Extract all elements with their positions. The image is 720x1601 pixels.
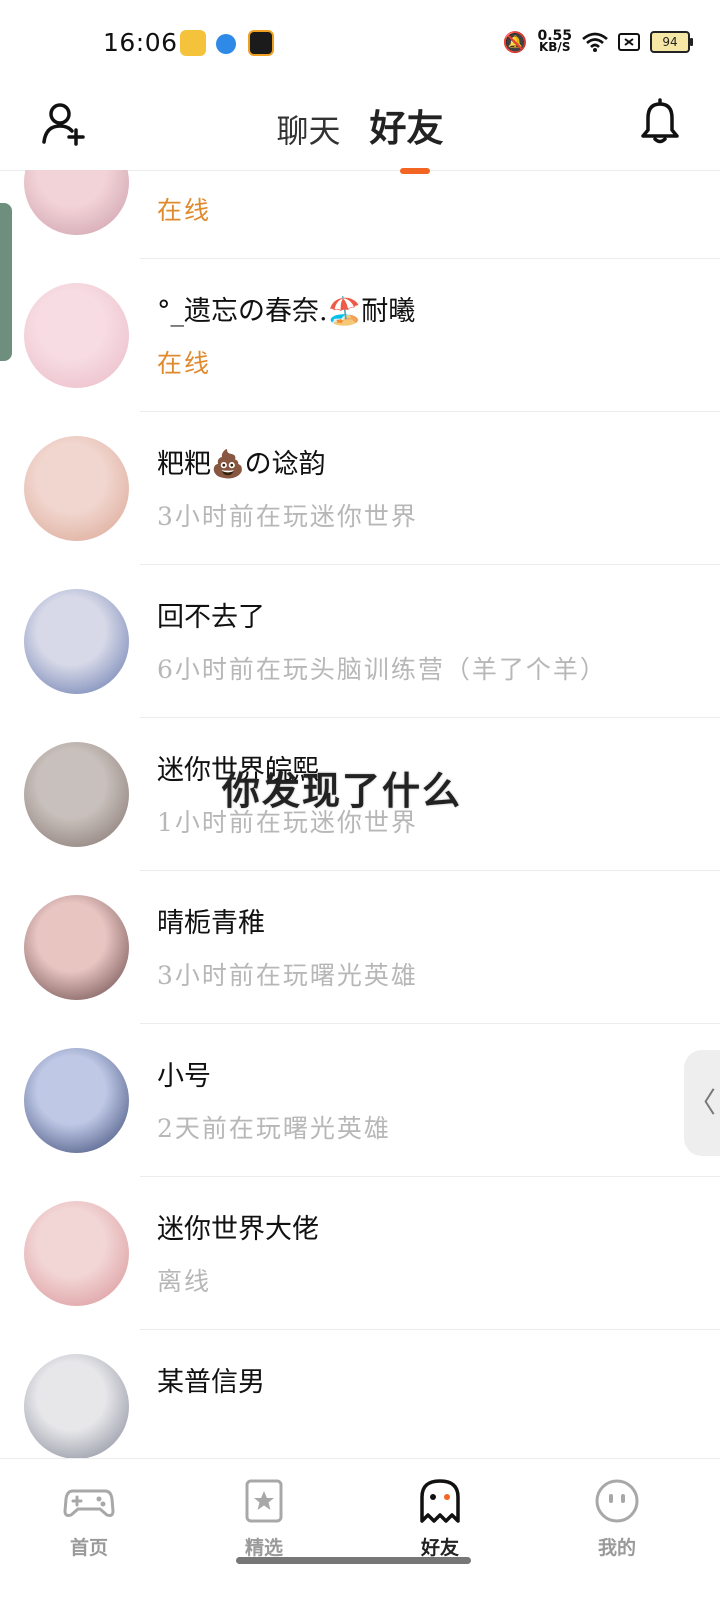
avatar[interactable] bbox=[24, 436, 129, 541]
friend-status: 6小时前在玩头脑训练营（羊了个羊） bbox=[157, 655, 607, 684]
nav-home[interactable]: 首页 bbox=[29, 1475, 149, 1560]
nav-friends[interactable]: 好友 bbox=[380, 1475, 500, 1560]
friend-name: 粑粑💩の谂韵 bbox=[157, 449, 326, 480]
friend-row[interactable]: 晴栀青稚 3小时前在玩曙光英雄 bbox=[0, 871, 720, 1024]
friend-name: 小号 bbox=[157, 1061, 211, 1092]
overlay-caption: 你发现了什么 bbox=[222, 768, 463, 813]
bottom-nav: 首页 精选 好友 我的 bbox=[0, 1458, 720, 1601]
avatar[interactable] bbox=[24, 742, 129, 847]
home-indicator[interactable] bbox=[236, 1557, 471, 1564]
top-header: 聊天 好友 bbox=[0, 86, 720, 174]
tab-chat[interactable]: 聊天 bbox=[276, 106, 340, 152]
status-time: 16:06 bbox=[103, 28, 178, 57]
friend-status: 3小时前在玩迷你世界 bbox=[157, 502, 418, 531]
mute-bell-icon: 🔕 bbox=[502, 30, 528, 54]
friend-row[interactable]: 某普信男 bbox=[0, 1330, 720, 1458]
friend-status: 离线 bbox=[157, 1267, 212, 1296]
friend-row[interactable]: 迷你世界大佬 离线 bbox=[0, 1177, 720, 1330]
friend-name: °_遗忘の春奈.🏖️耐曦 bbox=[157, 296, 416, 327]
friend-row[interactable]: 粑粑💩の谂韵 3小时前在玩迷你世界 bbox=[0, 412, 720, 565]
side-expand-tab[interactable]: 〈 bbox=[684, 1050, 720, 1156]
nav-me-label: 我的 bbox=[597, 1537, 636, 1559]
avatar[interactable] bbox=[24, 895, 129, 1000]
gamepad-icon bbox=[63, 1489, 115, 1517]
friend-row[interactable]: 回不去了 6小时前在玩头脑训练营（羊了个羊） bbox=[0, 565, 720, 718]
avatar[interactable] bbox=[24, 1048, 129, 1153]
avatar[interactable] bbox=[24, 1354, 129, 1458]
friend-status: 2天前在玩曙光英雄 bbox=[157, 1114, 391, 1143]
battery-indicator: 94 bbox=[650, 31, 693, 53]
top-tabs: 聊天 好友 bbox=[0, 98, 720, 174]
bell-icon[interactable] bbox=[636, 98, 684, 146]
app-icon-yellow bbox=[180, 30, 206, 56]
avatar[interactable] bbox=[24, 283, 129, 388]
avatar[interactable] bbox=[24, 170, 129, 235]
nav-featured[interactable]: 精选 bbox=[204, 1475, 324, 1560]
no-sim-icon bbox=[618, 33, 640, 51]
friend-status: 在线 bbox=[157, 196, 212, 225]
friend-name: 回不去了 bbox=[157, 602, 265, 633]
avatar[interactable] bbox=[24, 1201, 129, 1306]
friend-name: 晴栀青稚 bbox=[157, 908, 265, 939]
app-icon-blue bbox=[216, 34, 236, 54]
wifi-icon bbox=[582, 32, 608, 52]
star-badge-icon bbox=[245, 1479, 283, 1523]
face-icon bbox=[595, 1479, 639, 1523]
friend-row[interactable]: 在线 bbox=[0, 170, 720, 259]
friend-status: 3小时前在玩曙光英雄 bbox=[157, 961, 418, 990]
avatar[interactable] bbox=[24, 589, 129, 694]
nav-home-label: 首页 bbox=[69, 1537, 108, 1559]
friend-row[interactable]: °_遗忘の春奈.🏖️耐曦 在线 bbox=[0, 259, 720, 412]
ghost-icon bbox=[420, 1479, 460, 1523]
app-icon-dark bbox=[248, 30, 274, 56]
nav-me[interactable]: 我的 bbox=[557, 1475, 677, 1560]
nav-friends-label: 好友 bbox=[420, 1537, 459, 1559]
friend-name: 某普信男 bbox=[157, 1367, 265, 1398]
friend-row[interactable]: 小号 2天前在玩曙光英雄 bbox=[0, 1024, 720, 1177]
status-bar: 16:06 🔕 0.55 KB/S 94 bbox=[0, 0, 720, 86]
network-speed: 0.55 KB/S bbox=[537, 28, 572, 54]
friend-name: 迷你世界大佬 bbox=[157, 1214, 319, 1245]
tab-friends[interactable]: 好友 bbox=[370, 98, 444, 174]
friend-status: 在线 bbox=[157, 349, 212, 378]
nav-featured-label: 精选 bbox=[244, 1537, 283, 1559]
